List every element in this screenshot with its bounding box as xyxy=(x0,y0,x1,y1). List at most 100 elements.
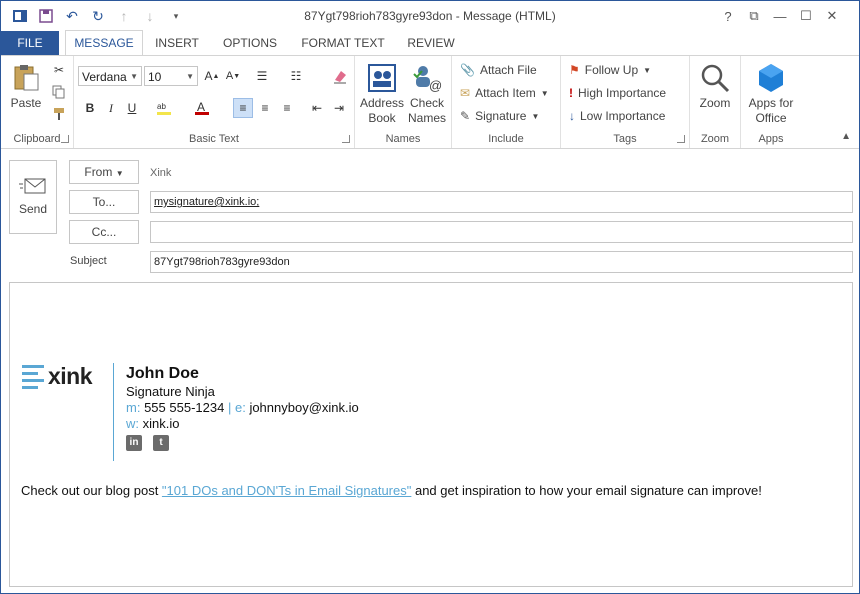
signature-icon: ✎ xyxy=(460,109,471,123)
help-button[interactable]: ? xyxy=(715,5,741,27)
tab-message[interactable]: MESSAGE xyxy=(65,30,143,55)
outlook-message-window: ↶ ↻ ↑ ↓ ▾ 87Ygt798rioh783gyre93don - Mes… xyxy=(0,0,860,594)
group-apps: Apps for Office Apps xyxy=(741,56,801,148)
zoom-button[interactable]: Zoom xyxy=(694,62,736,111)
linkedin-icon[interactable]: in xyxy=(126,435,142,451)
font-name-value: Verdana xyxy=(82,70,127,84)
apps-for-office-icon xyxy=(755,62,787,94)
paste-icon xyxy=(10,62,42,94)
xink-logo: xink xyxy=(22,363,108,393)
grow-font-icon[interactable]: A ▲ xyxy=(202,66,222,86)
ribbon-display-button[interactable]: ⧉ xyxy=(741,5,767,27)
shrink-font-icon[interactable]: A ▼ xyxy=(223,66,243,86)
from-value: Xink xyxy=(150,167,172,179)
subject-label: Subject xyxy=(70,255,107,267)
follow-up-label: Follow Up xyxy=(584,63,639,77)
to-recipient: mysignature@xink.io; xyxy=(154,196,260,208)
highlight-icon[interactable]: ab xyxy=(154,98,174,118)
high-importance-button[interactable]: ! High Importance xyxy=(569,83,666,103)
collapse-ribbon-icon[interactable]: ▲ xyxy=(841,131,851,142)
increase-indent-icon[interactable]: ⇥ xyxy=(329,98,349,118)
align-center-button[interactable]: ≡ xyxy=(255,98,275,118)
tab-format-text[interactable]: FORMAT TEXT xyxy=(295,31,391,55)
tab-options[interactable]: OPTIONS xyxy=(216,31,284,55)
flag-icon: ⚑ xyxy=(569,63,580,77)
subject-field[interactable]: 87Ygt798rioh783gyre93don xyxy=(150,251,853,273)
paste-button[interactable]: Paste xyxy=(7,62,45,111)
to-field[interactable]: mysignature@xink.io; xyxy=(150,191,853,213)
send-label: Send xyxy=(18,202,48,216)
check-names-label-2: Names xyxy=(407,111,446,125)
basic-text-group-label: Basic Text xyxy=(189,133,239,145)
signature-button[interactable]: ✎ Signature ▼ xyxy=(460,106,539,126)
paste-label: Paste xyxy=(10,96,42,110)
minimize-button[interactable]: — xyxy=(767,5,793,27)
window-controls: ? ⧉ — ☐ ✕ xyxy=(715,5,845,27)
address-book-icon xyxy=(366,62,398,94)
check-names-button[interactable]: @ Check Names xyxy=(405,62,449,126)
from-button[interactable]: From ▼ xyxy=(69,160,139,184)
tab-review[interactable]: REVIEW xyxy=(401,31,461,55)
apps-for-office-button[interactable]: Apps for Office xyxy=(743,62,799,126)
message-body[interactable]: xink John Doe Signature Ninja m: 555 555… xyxy=(9,282,853,587)
clipboard-launcher[interactable] xyxy=(61,135,69,143)
web-label: w: xyxy=(126,416,139,431)
numbering-icon[interactable]: ☷ xyxy=(286,66,306,86)
format-painter-icon[interactable] xyxy=(49,104,69,124)
attach-item-icon: ✉ xyxy=(460,86,471,100)
attach-file-label: Attach File xyxy=(479,63,537,77)
font-size-value: 10 xyxy=(148,70,162,84)
decrease-indent-icon[interactable]: ⇤ xyxy=(307,98,327,118)
cc-field[interactable] xyxy=(150,221,853,243)
blog-text: Check out our blog post "101 DOs and DON… xyxy=(21,483,762,498)
font-size-dropdown[interactable]: 10 ▼ xyxy=(144,66,198,86)
bold-button[interactable]: B xyxy=(80,98,100,118)
low-importance-label: Low Importance xyxy=(580,109,666,123)
font-color-icon[interactable]: A xyxy=(192,98,212,118)
signature-name: John Doe xyxy=(126,365,199,382)
maximize-button[interactable]: ☐ xyxy=(793,5,819,27)
tab-insert[interactable]: INSERT xyxy=(149,31,205,55)
low-importance-button[interactable]: ↓ Low Importance xyxy=(569,106,665,126)
group-tags: ⚑ Follow Up ▼ ! High Importance ↓ Low Im… xyxy=(561,56,690,148)
copy-icon[interactable] xyxy=(49,82,69,102)
basic-text-launcher[interactable] xyxy=(342,135,350,143)
paperclip-icon: 📎 xyxy=(460,63,475,77)
follow-up-button[interactable]: ⚑ Follow Up ▼ xyxy=(569,60,651,80)
bullets-icon[interactable]: ☰ xyxy=(252,66,272,86)
underline-button[interactable]: U xyxy=(122,98,142,118)
xink-logo-text: xink xyxy=(48,363,93,389)
check-names-label-1: Check xyxy=(409,96,444,110)
title-bar: ↶ ↻ ↑ ↓ ▾ 87Ygt798rioh783gyre93don - Mes… xyxy=(1,1,859,31)
signature-contact-line: m: 555 555-1234 | e: johnnyboy@xink.io xyxy=(126,400,359,415)
chevron-down-icon: ▼ xyxy=(540,88,549,98)
twitter-icon[interactable]: t xyxy=(153,435,169,451)
align-right-button[interactable]: ≡ xyxy=(277,98,297,118)
chevron-down-icon: ▼ xyxy=(115,169,124,178)
from-label: From xyxy=(84,165,113,179)
address-book-button[interactable]: Address Book xyxy=(359,62,405,126)
close-button[interactable]: ✕ xyxy=(819,5,845,27)
cc-button[interactable]: Cc... xyxy=(69,220,139,244)
cut-icon[interactable]: ✂ xyxy=(49,60,69,80)
chevron-down-icon: ▼ xyxy=(130,72,138,81)
separator: | xyxy=(227,400,232,415)
signature-web-line: w: xink.io xyxy=(126,416,179,431)
attach-file-button[interactable]: 📎 Attach File xyxy=(460,60,537,80)
zoom-group-label: Zoom xyxy=(700,133,730,145)
align-left-button[interactable]: ≡ xyxy=(233,98,253,118)
italic-button[interactable]: I xyxy=(101,98,121,118)
signature-website[interactable]: xink.io xyxy=(143,416,180,431)
blog-link[interactable]: "101 DOs and DON'Ts in Email Signatures" xyxy=(162,483,411,498)
font-name-dropdown[interactable]: Verdana ▼ xyxy=(78,66,142,86)
tab-file[interactable]: FILE xyxy=(1,31,59,55)
attach-item-button[interactable]: ✉ Attach Item ▼ xyxy=(460,83,549,103)
signature-email[interactable]: johnnyboy@xink.io xyxy=(249,400,358,415)
send-button[interactable]: Send xyxy=(9,160,57,234)
group-clipboard: Paste ✂ Clipboard xyxy=(1,56,74,148)
group-zoom: Zoom Zoom xyxy=(690,56,741,148)
clear-formatting-icon[interactable] xyxy=(330,66,350,86)
tags-launcher[interactable] xyxy=(677,135,685,143)
to-button[interactable]: To... xyxy=(69,190,139,214)
chevron-down-icon: ▼ xyxy=(186,72,194,81)
